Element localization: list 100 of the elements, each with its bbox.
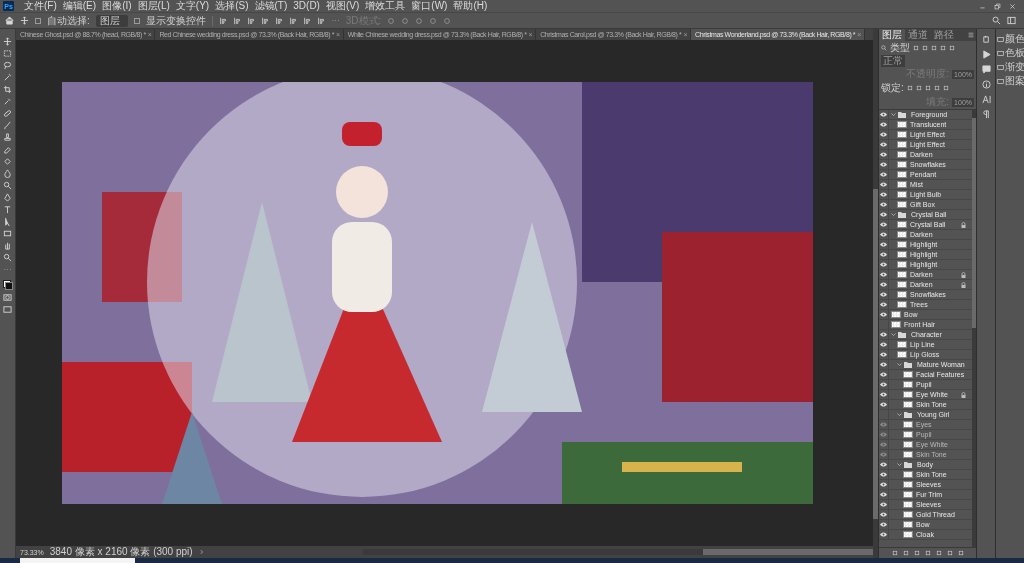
panel-tab[interactable]: 路径 bbox=[931, 29, 957, 41]
visibility-toggle[interactable] bbox=[879, 370, 889, 379]
align-icon[interactable] bbox=[288, 16, 297, 25]
visibility-toggle[interactable] bbox=[879, 340, 889, 349]
visibility-toggle[interactable] bbox=[879, 140, 889, 149]
visibility-toggle[interactable] bbox=[879, 300, 889, 309]
menu-item[interactable]: 文件(F) bbox=[24, 0, 57, 12]
menu-item[interactable]: 编辑(E) bbox=[62, 0, 97, 12]
panel-tab[interactable]: 通道 bbox=[905, 29, 931, 41]
checkbox[interactable] bbox=[133, 17, 140, 24]
text-icon[interactable] bbox=[3, 205, 12, 214]
visibility-toggle[interactable] bbox=[879, 330, 889, 339]
visibility-toggle[interactable] bbox=[879, 220, 889, 229]
droplet-icon[interactable] bbox=[3, 169, 12, 178]
visibility-toggle[interactable] bbox=[879, 260, 889, 269]
visibility-toggle[interactable] bbox=[879, 480, 889, 489]
search-icon[interactable] bbox=[881, 45, 887, 51]
align-icon[interactable] bbox=[274, 16, 283, 25]
wand-icon[interactable] bbox=[3, 73, 12, 82]
visibility-toggle[interactable] bbox=[879, 360, 889, 369]
panel-menu-icon[interactable] bbox=[968, 32, 974, 38]
paragraph-icon[interactable] bbox=[981, 110, 991, 119]
visibility-toggle[interactable] bbox=[879, 250, 889, 259]
caret-icon[interactable] bbox=[891, 112, 896, 117]
checkbox[interactable] bbox=[35, 17, 41, 24]
visibility-toggle[interactable] bbox=[879, 110, 889, 119]
visibility-toggle[interactable] bbox=[879, 240, 889, 249]
visibility-toggle[interactable] bbox=[879, 390, 889, 399]
align-icon[interactable] bbox=[302, 16, 311, 25]
visibility-toggle[interactable] bbox=[879, 460, 889, 469]
caret-icon[interactable] bbox=[897, 412, 902, 417]
comment-icon[interactable] bbox=[981, 65, 991, 74]
stamp-icon[interactable] bbox=[3, 133, 12, 142]
info-icon[interactable] bbox=[981, 80, 991, 89]
visibility-toggle[interactable] bbox=[879, 400, 889, 409]
visibility-toggle[interactable] bbox=[879, 380, 889, 389]
align-icon[interactable] bbox=[246, 16, 255, 25]
visibility-toggle[interactable] bbox=[879, 150, 889, 159]
visibility-toggle[interactable] bbox=[879, 210, 889, 219]
visibility-toggle[interactable] bbox=[879, 510, 889, 519]
screen-mode-icon[interactable] bbox=[3, 305, 12, 314]
bucket-icon[interactable] bbox=[3, 157, 12, 166]
pen-icon[interactable] bbox=[3, 193, 12, 202]
visibility-toggle[interactable] bbox=[879, 440, 889, 449]
caret-icon[interactable] bbox=[891, 212, 896, 217]
align-icon[interactable] bbox=[316, 16, 325, 25]
history-icon[interactable] bbox=[981, 35, 991, 44]
visibility-toggle[interactable] bbox=[879, 310, 889, 319]
panel-label[interactable]: 色板 bbox=[1005, 47, 1024, 59]
horizontal-scrollbar[interactable] bbox=[363, 549, 873, 555]
visibility-toggle[interactable] bbox=[879, 130, 889, 139]
zoom-icon[interactable] bbox=[3, 253, 12, 262]
blend-mode-dropdown[interactable]: 正常 bbox=[881, 55, 905, 67]
visibility-toggle[interactable] bbox=[879, 270, 889, 279]
caret-icon[interactable] bbox=[897, 362, 902, 367]
pointer-icon[interactable] bbox=[3, 217, 12, 226]
visibility-toggle[interactable] bbox=[879, 420, 889, 429]
play-icon[interactable] bbox=[981, 50, 991, 59]
workspace-icon[interactable] bbox=[1007, 16, 1016, 25]
lasso-icon[interactable] bbox=[3, 61, 12, 70]
visibility-toggle[interactable] bbox=[879, 350, 889, 359]
restore-icon[interactable] bbox=[994, 2, 1001, 10]
visibility-toggle[interactable] bbox=[879, 160, 889, 169]
layers-scrollbar[interactable] bbox=[972, 110, 976, 547]
hand-icon[interactable] bbox=[3, 241, 12, 250]
menu-item[interactable]: 图层(L) bbox=[137, 0, 170, 12]
visibility-toggle[interactable] bbox=[879, 170, 889, 179]
visibility-toggle[interactable] bbox=[879, 530, 889, 539]
bandage-icon[interactable] bbox=[3, 109, 12, 118]
visibility-toggle[interactable] bbox=[879, 430, 889, 439]
visibility-toggle[interactable] bbox=[879, 180, 889, 189]
caret-icon[interactable] bbox=[897, 462, 902, 467]
visibility-toggle[interactable] bbox=[879, 490, 889, 499]
align-icon[interactable] bbox=[232, 16, 241, 25]
align-icon[interactable] bbox=[218, 16, 227, 25]
visibility-toggle[interactable] bbox=[879, 230, 889, 239]
visibility-toggle[interactable] bbox=[879, 450, 889, 459]
chevron-icon[interactable] bbox=[198, 549, 205, 555]
menu-item[interactable]: 视图(V) bbox=[325, 0, 360, 12]
caret-icon[interactable] bbox=[891, 332, 896, 337]
menu-item[interactable]: 窗口(W) bbox=[411, 0, 448, 12]
marquee-icon[interactable] bbox=[3, 49, 12, 58]
align-icon[interactable] bbox=[260, 16, 269, 25]
visibility-toggle[interactable] bbox=[879, 120, 889, 129]
menu-item[interactable]: 文字(Y) bbox=[175, 0, 210, 12]
visibility-toggle[interactable] bbox=[879, 470, 889, 479]
visibility-toggle[interactable] bbox=[879, 290, 889, 299]
panel-label[interactable]: 渐变 bbox=[1005, 61, 1024, 73]
visibility-toggle[interactable] bbox=[879, 190, 889, 199]
menu-item[interactable]: 增效工具 bbox=[365, 0, 406, 12]
target-dropdown[interactable]: 图层 bbox=[95, 14, 128, 27]
visibility-toggle[interactable] bbox=[879, 200, 889, 209]
panel-tab[interactable]: 图层 bbox=[879, 29, 905, 41]
menu-item[interactable]: 选择(S) bbox=[215, 0, 249, 12]
filter-dropdown[interactable]: 类型 bbox=[890, 41, 910, 55]
visibility-toggle[interactable] bbox=[879, 520, 889, 529]
character-icon[interactable] bbox=[981, 95, 991, 104]
rectangle-icon[interactable] bbox=[3, 229, 12, 238]
vertical-scrollbar[interactable] bbox=[873, 29, 878, 558]
color-swatches[interactable] bbox=[2, 280, 13, 290]
